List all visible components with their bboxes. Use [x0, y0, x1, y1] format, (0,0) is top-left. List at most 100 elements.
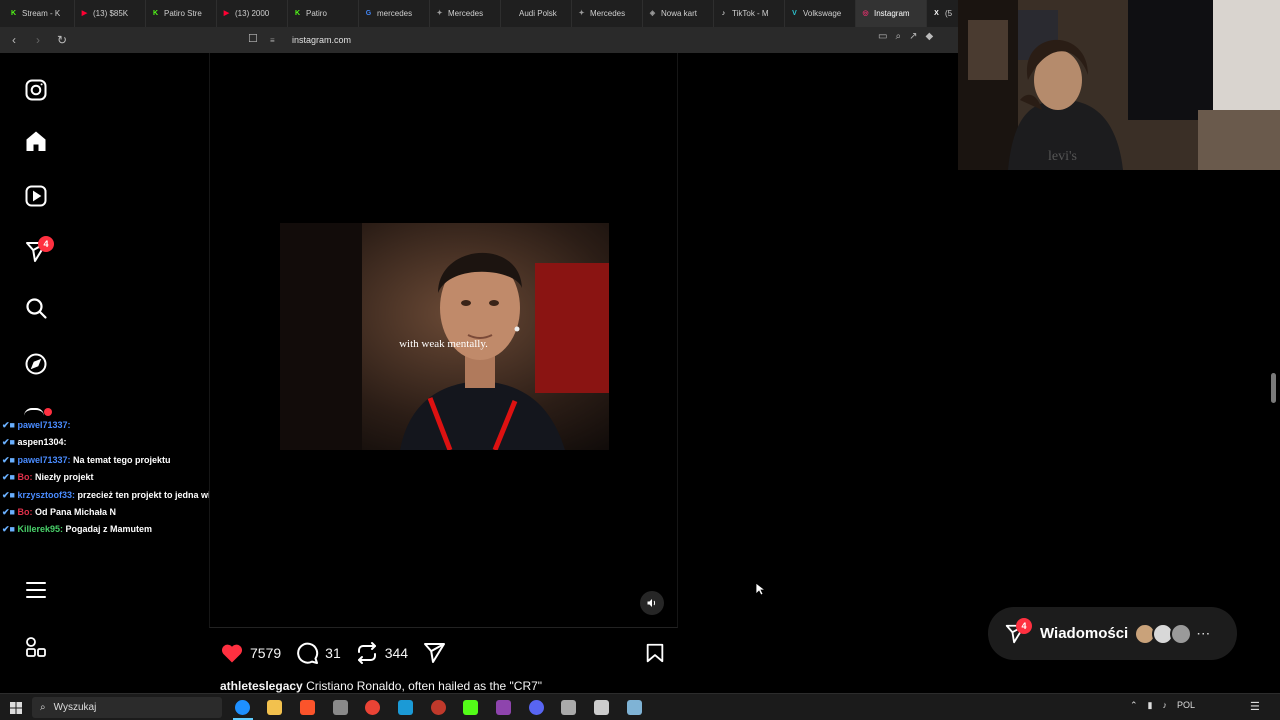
search-icon[interactable]: [22, 294, 50, 322]
browser-tab[interactable]: V Volkswage: [785, 0, 856, 27]
tab-favicon-icon: [506, 9, 515, 18]
browser-tab[interactable]: ◈ Nowa kart: [643, 0, 714, 27]
avatar: [1170, 622, 1193, 645]
video-subtitle: with weak mentally.: [399, 338, 488, 350]
chat-username[interactable]: pawel71337: [17, 420, 67, 430]
tab-favicon-icon: K: [294, 10, 301, 17]
reels-icon[interactable]: [22, 182, 50, 210]
taskbar-search-icon: ⌕: [40, 702, 46, 713]
brave-icon[interactable]: [300, 700, 315, 715]
repost-button[interactable]: 344: [355, 641, 408, 665]
chat-badge-icon: ✔■: [2, 420, 18, 430]
chat-badge-icon: ✔■: [2, 472, 18, 483]
chat-username[interactable]: aspen1304: [17, 437, 63, 447]
steam-icon[interactable]: [398, 700, 413, 715]
notifications-badge: 4: [38, 236, 54, 252]
zoom-icon[interactable]: ⌕: [895, 31, 901, 42]
tray-chevron-icon[interactable]: ⌃: [1130, 700, 1138, 711]
tab-favicon-icon: K: [152, 10, 159, 17]
browser-tab[interactable]: K Patiro: [288, 0, 359, 27]
share-button[interactable]: [422, 641, 452, 665]
microphone-icon[interactable]: ▮: [1148, 700, 1153, 711]
tab-label: Nowa kart: [661, 9, 698, 18]
explore-icon[interactable]: [22, 350, 50, 378]
brave-shield-icon[interactable]: ◆: [925, 31, 933, 42]
app-icon-5[interactable]: [627, 700, 642, 715]
like-button[interactable]: 7579: [220, 641, 281, 665]
kick-icon[interactable]: [463, 700, 478, 715]
forward-icon[interactable]: ›: [28, 30, 48, 50]
messages-badge: 4: [1016, 618, 1032, 634]
language-indicator[interactable]: POL: [1177, 700, 1195, 711]
tab-label: Instagram: [874, 9, 910, 18]
app-icon-4[interactable]: [594, 700, 609, 715]
bookmark-icon[interactable]: ☐: [248, 32, 258, 45]
page-scrollbar[interactable]: [1271, 373, 1276, 403]
taskbar-search[interactable]: ⌕ Wyszukaj: [32, 697, 222, 718]
browser-tab[interactable]: Audi Polsk: [501, 0, 572, 27]
post-caption: athleteslegacy Cristiano Ronaldo, often …: [220, 679, 542, 693]
also-from-meta-icon[interactable]: [22, 633, 50, 661]
chat-username[interactable]: krzysztoof33: [17, 490, 72, 500]
back-icon[interactable]: ‹: [4, 30, 24, 50]
chat-username[interactable]: Bo: [17, 472, 29, 482]
screen: K Stream - K ▶ (13) $85K K Patiro Stre ▶ (13) 2…: [0, 0, 1280, 720]
tab-label: TikTok - M: [732, 9, 769, 18]
address-bar[interactable]: ≡ instagram.com: [270, 31, 960, 49]
mute-toggle-icon[interactable]: [640, 591, 664, 615]
reel-video[interactable]: with weak mentally.: [280, 223, 609, 450]
caption-text: Cristiano Ronaldo, often hailed as the "…: [306, 679, 543, 693]
comment-icon: [297, 642, 319, 664]
edge-icon[interactable]: [235, 700, 250, 715]
threads-icon[interactable]: [24, 408, 44, 416]
discord-icon[interactable]: [529, 700, 544, 715]
browser-tab[interactable]: K Stream - K: [4, 0, 75, 27]
messages-drawer[interactable]: 4 Wiadomości ⋯: [988, 607, 1237, 660]
obs-icon[interactable]: [431, 700, 446, 715]
chat-username[interactable]: Bo: [17, 507, 29, 517]
app-icon-2[interactable]: [496, 700, 511, 715]
video-frame: [280, 223, 609, 450]
browser-tab[interactable]: Gmercedes: [359, 0, 430, 27]
browser-tab[interactable]: ♪ TikTok - M: [714, 0, 785, 27]
system-tray: ⌃ ▮ ♪ POL: [1130, 700, 1195, 711]
site-info-icon[interactable]: ≡: [270, 36, 282, 45]
tab-favicon-icon: G: [365, 10, 372, 17]
like-count: 7579: [250, 645, 282, 661]
more-options-icon[interactable]: ⋯: [1196, 625, 1210, 642]
chrome-icon[interactable]: [365, 700, 380, 715]
tab-label: Stream - K: [22, 9, 61, 18]
comment-button[interactable]: 31: [295, 641, 341, 665]
post-actions: 7579 31 344: [220, 640, 676, 666]
app-icon-3[interactable]: [561, 700, 576, 715]
browser-tab[interactable]: ▶ (13) $85K: [75, 0, 146, 27]
tab-label: Patiro: [306, 9, 327, 18]
tab-label: (13) $85K: [93, 9, 129, 18]
file-explorer-icon[interactable]: [267, 700, 282, 715]
screen-cast-icon[interactable]: ▭: [878, 31, 887, 42]
chat-text: Od Pana Michała N: [34, 506, 117, 517]
reload-icon[interactable]: ↻: [52, 30, 72, 50]
browser-tab[interactable]: ✦ Mercedes: [430, 0, 501, 27]
reel-post[interactable]: with weak mentally.: [209, 53, 678, 628]
more-menu-icon[interactable]: [22, 576, 50, 604]
volume-icon[interactable]: ♪: [1163, 700, 1168, 711]
save-button[interactable]: [644, 641, 666, 668]
caption-username[interactable]: athleteslegacy: [220, 679, 303, 693]
home-icon[interactable]: [22, 127, 50, 155]
comment-count: 31: [325, 645, 341, 661]
tab-favicon-icon: ♪: [721, 10, 726, 17]
browser-tab[interactable]: ▶ (13) 2000: [217, 0, 288, 27]
chat-username[interactable]: pawel71337: [17, 455, 67, 465]
browser-tab[interactable]: ✦ Mercedes: [572, 0, 643, 27]
share-icon[interactable]: ↗: [909, 31, 917, 42]
browser-tab[interactable]: ◎ Instagram: [856, 0, 927, 27]
chat-username[interactable]: Killerek95: [17, 524, 60, 534]
webcam-image: levi's: [958, 0, 1280, 170]
windows-start-icon[interactable]: [10, 701, 22, 714]
instagram-logo-icon[interactable]: [22, 76, 50, 104]
tab-label: (13) 2000: [235, 9, 270, 18]
browser-tab[interactable]: K Patiro Stre: [146, 0, 217, 27]
app-icon[interactable]: [333, 700, 348, 715]
notification-center-icon[interactable]: ☰: [1250, 700, 1260, 713]
